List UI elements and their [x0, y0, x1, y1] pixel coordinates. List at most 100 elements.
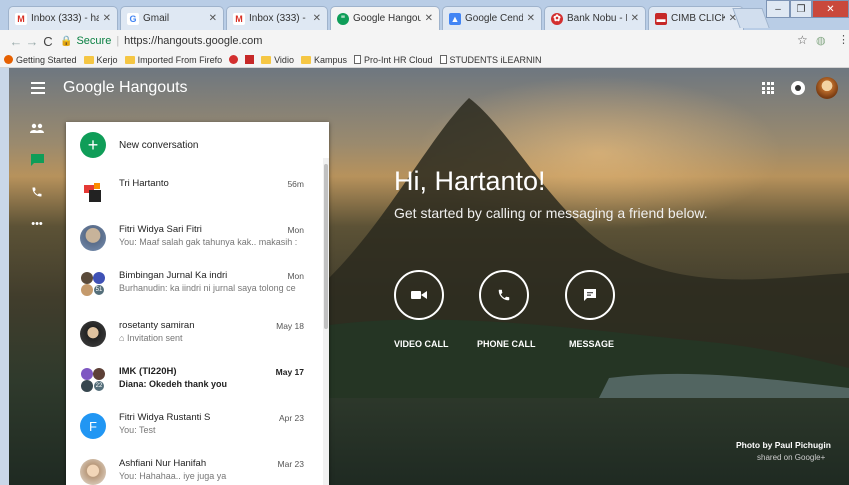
message-icon — [584, 289, 596, 301]
tab-gmail[interactable]: G Gmail ✕ — [120, 6, 224, 30]
conversation-item[interactable]: rosetanty samiran May 18 ⌂ Invitation se… — [80, 318, 314, 358]
close-tab-icon[interactable]: ✕ — [631, 13, 639, 24]
conversation-item[interactable]: Fitri Widya Sari Fitri Mon You: Maaf sal… — [80, 222, 314, 262]
invitation-icon: ⌂ — [119, 333, 125, 343]
tab-hangouts[interactable]: " Google Hangouts ✕ — [330, 6, 440, 30]
bookmark-label: Getting Started — [16, 54, 77, 65]
bookmark-bank[interactable] — [229, 55, 239, 64]
bookmark-kerjo[interactable]: Kerjo — [83, 54, 118, 65]
bookmark-label: Imported From Firefo — [137, 54, 223, 65]
google-g-icon: G — [127, 12, 139, 25]
contact-name: Fitri Widya Rustanti S — [119, 412, 211, 423]
reload-icon[interactable]: C — [40, 34, 56, 49]
timestamp: May 17 — [275, 367, 304, 377]
close-tab-icon[interactable]: ✕ — [425, 13, 433, 24]
menu-dots-icon[interactable]: ⋮ — [838, 33, 849, 46]
bookmark-cimb[interactable] — [245, 55, 255, 64]
photo-credit[interactable]: Photo by Paul Pichugin — [736, 440, 831, 450]
phone-call-button[interactable] — [479, 270, 529, 320]
phone-calls-icon[interactable] — [25, 182, 49, 202]
bank-icon: ✿ — [551, 12, 563, 25]
new-conversation-button[interactable]: + New conversation — [80, 132, 198, 158]
contact-name: IMK (TI220H) — [119, 366, 177, 377]
close-tab-icon[interactable]: ✕ — [527, 13, 535, 24]
contact-name: rosetanty samiran — [119, 320, 195, 331]
forward-icon[interactable]: → — [24, 34, 40, 49]
tab-scholar[interactable]: ▲ Google Cendekia ✕ — [442, 6, 542, 30]
folder-icon — [124, 55, 135, 64]
conversation-item[interactable]: F Fitri Widya Rustanti S Apr 23 You: Tes… — [80, 410, 314, 450]
tab-cimb[interactable]: ▬ CIMB CLICKS ✕ — [648, 6, 744, 30]
bookmark-label: Vidio — [274, 54, 294, 65]
contact-name: Bimbingan Jurnal Ka indri — [119, 270, 228, 281]
background-photo — [309, 98, 849, 398]
bookmark-imported[interactable]: Imported From Firefo — [124, 54, 223, 65]
secure-label: Secure — [76, 35, 112, 47]
tab-inbox-2[interactable]: M Inbox (333) - har ✕ — [226, 6, 328, 30]
tab-bank-nobu[interactable]: ✿ Bank Nobu - Inte ✕ — [544, 6, 646, 30]
video-call-label[interactable]: VIDEO CALL — [394, 339, 449, 349]
contacts-icon[interactable] — [25, 118, 49, 138]
bookmark-vidio[interactable]: Vidio — [261, 55, 294, 65]
message-snippet: Burhanudin: ka iindri ni jurnal saya tol… — [119, 283, 296, 293]
tab-title: CIMB CLICKS — [671, 13, 725, 24]
message-label[interactable]: MESSAGE — [569, 339, 614, 349]
close-tab-icon[interactable]: ✕ — [209, 13, 217, 24]
conversation-item[interactable]: 22 IMK (TI220H) May 17 Diana: Okedeh tha… — [80, 364, 314, 404]
phone-call-label[interactable]: PHONE CALL — [477, 339, 536, 349]
extension-icon[interactable]: ◍ — [816, 34, 826, 47]
scholar-icon: ▲ — [449, 12, 461, 25]
video-call-button[interactable] — [394, 270, 444, 320]
more-icon[interactable]: ••• — [25, 214, 49, 234]
cimb-icon: ▬ — [655, 12, 667, 25]
conversation-item[interactable]: Ashfiani Nur Hanifah Mar 23 You: Hahahaa… — [80, 456, 314, 485]
snippet-text: Invitation sent — [126, 333, 183, 343]
address-bar[interactable]: 🔒 Secure | https://hangouts.google.com — [60, 32, 810, 50]
tab-title: Gmail — [143, 13, 170, 24]
close-tab-icon[interactable]: ✕ — [313, 13, 321, 24]
bookmark-students[interactable]: STUDENTS iLEARNIN — [439, 55, 542, 65]
restore-button[interactable]: ❐ — [790, 0, 812, 18]
tab-title: Inbox (333) - har — [31, 13, 99, 24]
avatar — [80, 459, 106, 485]
close-tab-icon[interactable]: ✕ — [103, 13, 111, 24]
new-tab-button[interactable] — [732, 8, 770, 28]
close-window-button[interactable]: ✕ — [812, 0, 849, 18]
message-button[interactable] — [565, 270, 615, 320]
bookmark-label: Kerjo — [96, 54, 118, 65]
app-bar: Google Hangouts — [9, 68, 849, 110]
browser-toolbar: ← → C 🔒 Secure | https://hangouts.google… — [0, 30, 849, 52]
status-icon[interactable] — [791, 81, 805, 95]
brand-product: Hangouts — [119, 79, 188, 96]
back-icon[interactable]: ← — [8, 34, 24, 49]
star-icon[interactable]: ☆ — [797, 33, 808, 47]
minimize-button[interactable]: – — [766, 0, 790, 18]
avatar — [80, 321, 106, 347]
conversation-item[interactable]: 51 Bimbingan Jurnal Ka indri Mon Burhanu… — [80, 268, 314, 308]
bookmark-prointhr[interactable]: Pro-Int HR Cloud — [353, 54, 433, 65]
folder-icon — [83, 55, 94, 64]
message-snippet: Diana: Okedeh thank you — [119, 379, 228, 389]
letter-avatar: F — [80, 413, 106, 439]
conversation-item[interactable]: Tri Hartanto 56m — [80, 176, 314, 216]
bookmark-getting-started[interactable]: Getting Started — [4, 55, 77, 65]
menu-icon[interactable] — [31, 82, 45, 94]
apps-grid-icon[interactable] — [762, 82, 774, 94]
account-avatar[interactable] — [816, 77, 838, 99]
tab-title: Bank Nobu - Inte — [567, 13, 627, 24]
bookmark-label: Pro-Int HR Cloud — [363, 54, 433, 65]
conversations-icon[interactable] — [25, 150, 49, 170]
side-rail: ••• — [25, 118, 49, 246]
avatar — [80, 179, 106, 205]
group-avatar: 51 — [80, 271, 106, 297]
url-text[interactable]: https://hangouts.google.com — [124, 35, 262, 47]
scrollbar-thumb[interactable] — [324, 164, 328, 329]
bookmark-kampus[interactable]: Kampus — [300, 54, 347, 65]
folder-icon — [261, 55, 272, 64]
tab-strip: M Inbox (333) - har ✕ G Gmail ✕ M Inbox … — [0, 0, 849, 30]
contact-name: Ashfiani Nur Hanifah — [119, 458, 207, 469]
group-avatar: 22 — [80, 367, 106, 393]
timestamp: Mon — [287, 225, 304, 235]
tab-inbox-1[interactable]: M Inbox (333) - har ✕ — [8, 6, 118, 30]
bookmark-label: Kampus — [313, 54, 347, 65]
